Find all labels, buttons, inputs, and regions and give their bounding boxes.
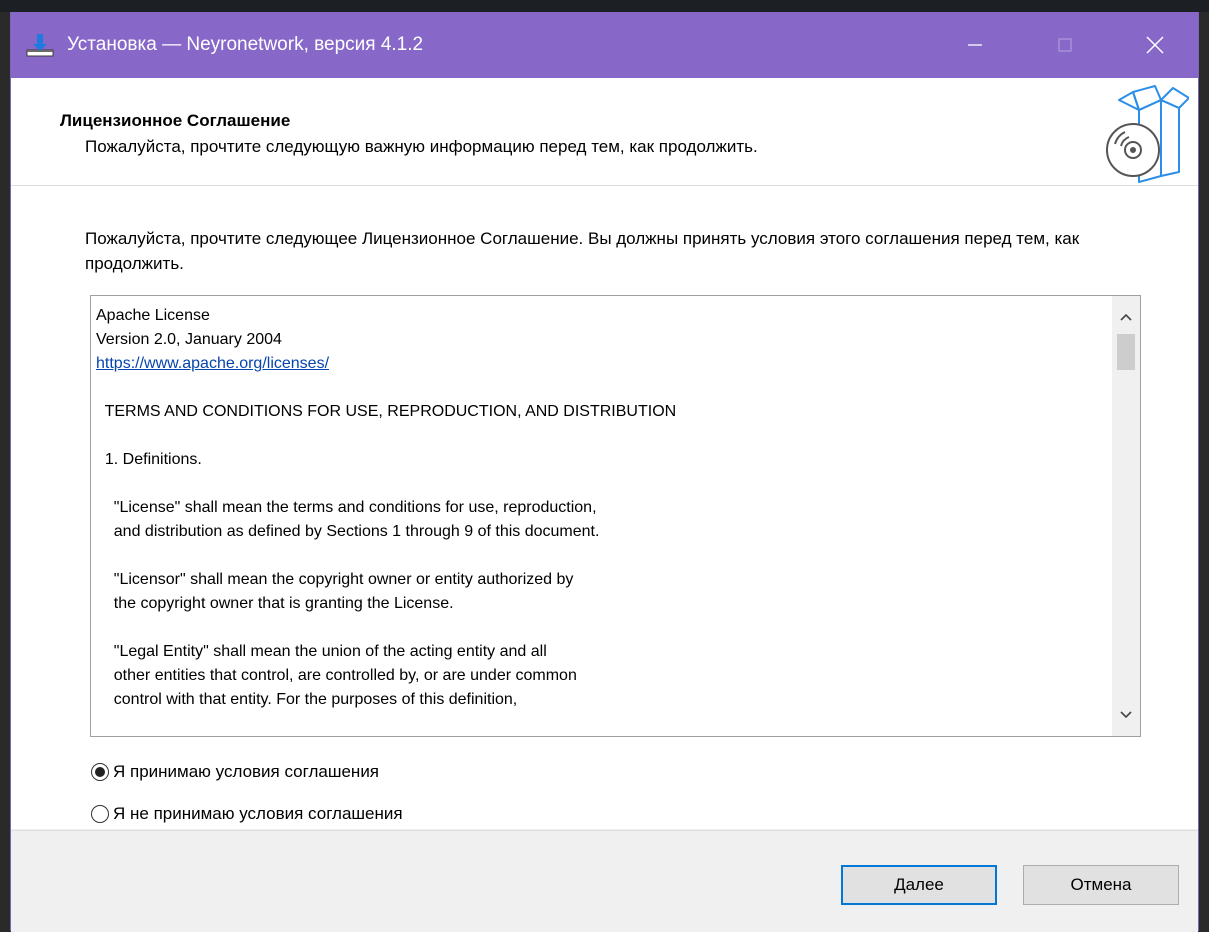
license-line: Apache License (96, 307, 210, 324)
license-line: TERMS AND CONDITIONS FOR USE, REPRODUCTI… (96, 403, 677, 420)
cancel-button[interactable]: Отмена (1023, 865, 1179, 905)
license-line: Version 2.0, January 2004 (96, 331, 282, 348)
license-intro-text: Пожалуйста, прочтите следующее Лицензион… (85, 229, 1080, 273)
license-line: "License" shall mean the terms and condi… (96, 499, 597, 516)
desktop-background-strip (0, 0, 1209, 12)
scroll-up-button[interactable] (1112, 304, 1140, 330)
license-line: 1. Definitions. (96, 451, 202, 468)
chevron-up-icon (1120, 313, 1132, 321)
maximize-icon (1058, 38, 1072, 52)
title-bar[interactable]: Установка — Neyronetwork, версия 4.1.2 (11, 12, 1198, 78)
minimize-button[interactable] (941, 12, 1009, 78)
accept-radio[interactable] (91, 763, 109, 781)
license-line: control with that entity. For the purpos… (96, 691, 518, 708)
next-button[interactable]: Далее (841, 865, 997, 905)
decline-label[interactable]: Я не принимаю условия соглашения (113, 804, 403, 824)
software-box-disc-icon (1106, 85, 1189, 183)
maximize-button[interactable] (1031, 12, 1099, 78)
page-title: Лицензионное Соглашение (60, 111, 291, 130)
license-text[interactable]: Apache License Version 2.0, January 2004… (96, 304, 1086, 712)
accept-option[interactable]: Я принимаю условия соглашения (91, 762, 379, 782)
license-line: "Licensor" shall mean the copyright owne… (96, 571, 574, 588)
decline-radio[interactable] (91, 805, 109, 823)
page-subtitle: Пожалуйста, прочтите следующую важную ин… (85, 137, 758, 156)
license-line: and distribution as defined by Sections … (96, 523, 600, 540)
license-text-box[interactable]: Apache License Version 2.0, January 2004… (90, 295, 1141, 737)
page-body: Пожалуйста, прочтите следующее Лицензион… (11, 186, 1198, 829)
scroll-thumb[interactable] (1117, 334, 1135, 370)
license-line: other entities that control, are control… (96, 667, 577, 684)
window-title: Установка — Neyronetwork, версия 4.1.2 (67, 34, 424, 55)
decline-option[interactable]: Я не принимаю условия соглашения (91, 804, 403, 824)
chevron-down-icon (1120, 711, 1132, 719)
license-line: "Legal Entity" shall mean the union of t… (96, 643, 547, 660)
installer-window: Установка — Neyronetwork, версия 4.1.2 Л… (10, 12, 1199, 932)
installer-download-icon (26, 34, 54, 57)
license-scrollbar[interactable] (1112, 296, 1140, 736)
license-link[interactable]: https://www.apache.org/licenses/ (96, 355, 329, 372)
close-icon (1146, 36, 1164, 54)
accept-label[interactable]: Я принимаю условия соглашения (113, 762, 379, 782)
page-header: Лицензионное Соглашение Пожалуйста, проч… (11, 78, 1198, 186)
button-bar: Далее Отмена (11, 830, 1198, 932)
license-line: the copyright owner that is granting the… (96, 595, 454, 612)
minimize-icon (968, 44, 982, 46)
scroll-down-button[interactable] (1112, 702, 1140, 728)
close-button[interactable] (1121, 12, 1189, 78)
